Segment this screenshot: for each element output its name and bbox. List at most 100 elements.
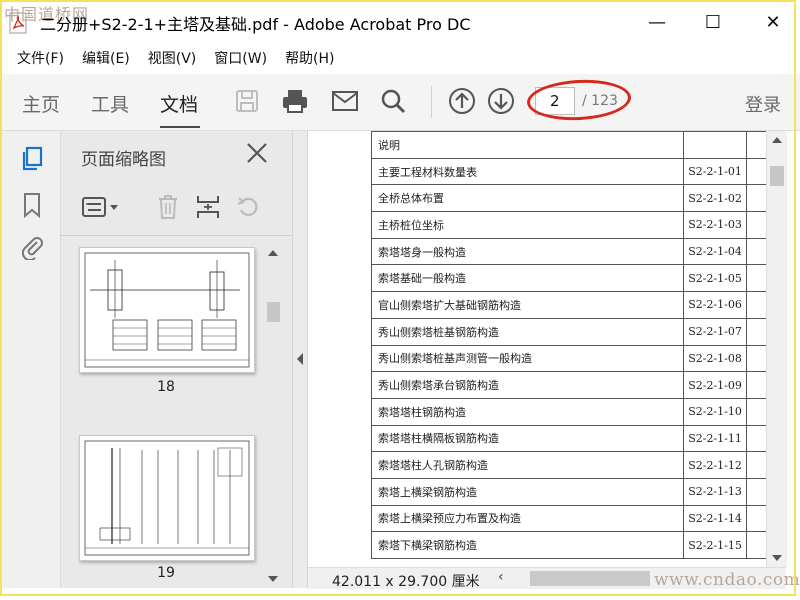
drawing-title-cell: 主要工程材料数量表 [370, 157, 685, 186]
table-row: 索塔塔柱钢筋构造 S2-2-1-10 [370, 397, 766, 426]
drawing-title-cell: 索塔塔柱钢筋构造 [370, 397, 685, 426]
drawing-number-cell: S2-2-1-07 [683, 317, 747, 346]
document-vertical-scrollbar[interactable] [766, 131, 787, 567]
page-thumbnail-18[interactable] [79, 247, 255, 373]
table-extra-cell [745, 344, 766, 373]
drawing-title-cell: 索塔塔身一般构造 [370, 237, 685, 266]
attachment-icon[interactable] [18, 233, 46, 261]
title-bar: 中国道桥网 二分册+S2-2-1+主塔及基础.pdf - Adobe Acrob… [0, 0, 800, 44]
table-extra-cell [745, 237, 766, 266]
table-row: 秀山侧索塔桩基钢筋构造 S2-2-1-07 [370, 317, 766, 346]
table-row: 索塔塔身一般构造 S2-2-1-04 [370, 237, 766, 266]
table-extra-cell [745, 291, 766, 319]
table-row: 主要工程材料数量表 S2-2-1-01 [370, 157, 766, 186]
drawing-number-cell: S2-2-1-05 [683, 264, 747, 293]
table-extra-cell [745, 157, 766, 186]
toolbar-separator [431, 86, 432, 118]
active-tab-indicator [160, 126, 200, 128]
bookmark-icon[interactable] [18, 191, 46, 219]
previous-page-icon[interactable] [447, 86, 477, 116]
table-row: 索塔塔柱人孔钢筋构造 S2-2-1-12 [370, 451, 766, 479]
drawing-number-cell: S2-2-1-06 [683, 291, 747, 319]
print-icon[interactable] [280, 86, 310, 116]
table-row: 索塔上横梁钢筋构造 S2-2-1-13 [370, 477, 766, 506]
tab-tools[interactable]: 工具 [91, 90, 129, 117]
thumbnail-panel: 页面缩略图 18 19 [61, 131, 292, 588]
horizontal-scroll-thumb[interactable] [530, 571, 650, 586]
table-row: 秀山侧索塔桩基声测管一般构造 S2-2-1-08 [370, 344, 766, 373]
table-row: 全桥总体布置 S2-2-1-02 [370, 184, 766, 213]
panel-divider [61, 235, 292, 236]
table-extra-cell [745, 264, 766, 293]
drawing-title-cell: 全桥总体布置 [370, 184, 685, 213]
table-row: 索塔基础一般构造 S2-2-1-05 [370, 264, 766, 293]
drawing-number-cell: S2-2-1-15 [683, 531, 747, 559]
table-row: 秀山侧索塔承台钢筋构造 S2-2-1-09 [370, 371, 766, 399]
page-size-readout: 42.011 x 29.700 厘米 [332, 574, 480, 590]
close-panel-icon[interactable] [245, 141, 269, 165]
thumbnail-scrollbar[interactable] [264, 246, 282, 586]
drawing-title-cell: 索塔下横梁钢筋构造 [370, 531, 685, 559]
insert-page-icon[interactable] [194, 193, 222, 221]
drawing-number-cell: S2-2-1-02 [683, 184, 747, 213]
menu-edit[interactable]: 编辑(E) [73, 46, 139, 72]
scroll-left-arrow-icon[interactable]: ‹ [498, 569, 504, 585]
menu-help[interactable]: 帮助(H) [276, 46, 343, 72]
drawing-number-cell: S2-2-1-09 [683, 371, 747, 399]
tab-home[interactable]: 主页 [22, 90, 60, 117]
window-title: 二分册+S2-2-1+主塔及基础.pdf - Adobe Acrobat Pro… [40, 15, 471, 34]
drawing-title-cell: 秀山侧索塔承台钢筋构造 [370, 371, 685, 399]
tab-document[interactable]: 文档 [160, 90, 198, 117]
login-link[interactable]: 登录 [745, 91, 781, 117]
drawing-index-table: 说明 主要工程材料数量表 S2-2-1-01 全桥总体布置 S2-2-1-02 主桥桩位坐… [370, 131, 766, 559]
delete-page-icon[interactable] [154, 193, 182, 221]
drawing-title-cell: 秀山侧索塔桩基声测管一般构造 [370, 344, 685, 373]
document-view[interactable]: 说明 主要工程材料数量表 S2-2-1-01 全桥总体布置 S2-2-1-02 主桥桩位坐… [308, 131, 766, 567]
table-extra-cell [745, 371, 766, 399]
thumbnail-drawing [84, 440, 250, 556]
table-extra-cell [745, 184, 766, 213]
drawing-number-cell: S2-2-1-11 [683, 424, 747, 453]
table-row: 索塔上横梁预应力布置及构造 S2-2-1-14 [370, 504, 766, 533]
menu-view[interactable]: 视图(V) [139, 46, 206, 72]
table-extra-cell [745, 504, 766, 533]
table-row: 索塔下横梁钢筋构造 S2-2-1-15 [370, 531, 766, 559]
main-toolbar: 主页 工具 文档 登录 [0, 74, 800, 131]
menu-window[interactable]: 窗口(W) [205, 46, 276, 72]
thumbnail-drawing [84, 252, 250, 368]
page-thumbnail-19[interactable] [79, 435, 255, 561]
drawing-number-cell [683, 131, 747, 159]
email-icon[interactable] [330, 86, 360, 116]
watermark-bottom-right: www.cndao.com [654, 570, 800, 590]
table-extra-cell [745, 131, 766, 159]
save-icon[interactable] [232, 86, 262, 116]
drawing-number-cell: S2-2-1-04 [683, 237, 747, 266]
menu-bar: 文件(F) 编辑(E) 视图(V) 窗口(W) 帮助(H) [0, 46, 800, 72]
next-page-icon[interactable] [486, 86, 516, 116]
page-thumbnails-icon[interactable] [18, 145, 46, 173]
table-extra-cell [745, 317, 766, 346]
rotate-page-icon[interactable] [234, 193, 262, 221]
drawing-number-cell: S2-2-1-14 [683, 504, 747, 533]
maximize-button[interactable]: ☐ [700, 10, 726, 34]
drawing-number-cell: S2-2-1-01 [683, 157, 747, 186]
table-extra-cell [745, 477, 766, 506]
thumbnail-label-19: 19 [157, 565, 175, 581]
thumbnail-options-icon[interactable] [81, 193, 121, 221]
close-window-button[interactable]: ✕ [760, 10, 786, 34]
table-extra-cell [745, 424, 766, 453]
drawing-title-cell: 索塔塔柱人孔钢筋构造 [370, 451, 685, 479]
drawing-title-cell: 主桥桩位坐标 [370, 211, 685, 239]
drawing-title-cell: 官山侧索塔扩大基础钢筋构造 [370, 291, 685, 319]
panel-splitter[interactable] [292, 131, 308, 588]
menu-file[interactable]: 文件(F) [0, 46, 73, 72]
minimize-button[interactable]: — [644, 10, 670, 34]
table-extra-cell [745, 531, 766, 559]
drawing-number-cell: S2-2-1-10 [683, 397, 747, 426]
drawing-number-cell: S2-2-1-03 [683, 211, 747, 239]
search-icon[interactable] [378, 86, 408, 116]
table-extra-cell [745, 451, 766, 479]
table-row: 索塔塔柱横隔板钢筋构造 S2-2-1-11 [370, 424, 766, 453]
table-extra-cell [745, 211, 766, 239]
thumbnail-label-18: 18 [157, 379, 175, 395]
